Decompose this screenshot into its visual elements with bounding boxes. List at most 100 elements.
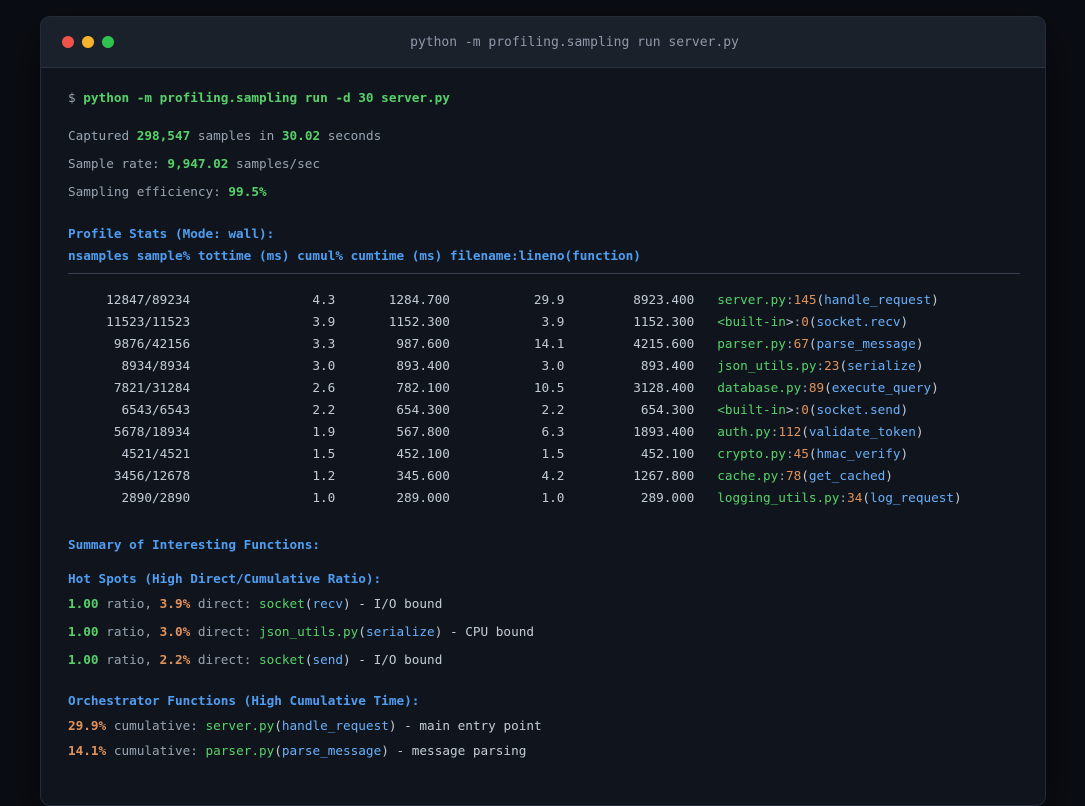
cumul-pct-cell: 10.5 [533, 380, 565, 395]
paren-close: ) [915, 336, 924, 351]
hot-arg: send [312, 652, 344, 667]
hot-arg: recv [312, 596, 344, 611]
tottime-cell: 1284.700 [388, 292, 450, 307]
rate-label: Sample rate: [68, 156, 168, 171]
tottime-cell: 567.800 [396, 424, 450, 439]
hot-target: socket [258, 596, 305, 611]
profile-columns-header: nsamples sample% tottime (ms) cumul% cum… [68, 248, 641, 263]
filename: database.py [717, 380, 802, 395]
nsamples-cell: 8934/8934 [121, 358, 191, 373]
cumul-pct-cell: 6.3 [541, 424, 565, 439]
nsamples-cell: 7821/31284 [113, 380, 191, 395]
paren-close: ) [915, 358, 924, 373]
hot-target: socket [258, 652, 305, 667]
function-name: handle_request [281, 718, 389, 733]
profile-stats-heading: Profile Stats (Mode: wall): [68, 226, 275, 241]
cumtime-cell: 289.000 [640, 490, 695, 505]
direct-pct: 3.0% [159, 624, 191, 639]
nsamples-cell: 12847/89234 [106, 292, 191, 307]
lineno: 67 [793, 336, 809, 351]
rate-value: 9,947.02 [167, 156, 229, 171]
tottime-cell: 782.100 [396, 380, 450, 395]
ratio-value: 1.00 [68, 652, 99, 667]
hot-note: - I/O bound [350, 652, 443, 667]
command-line: $ python -m profiling.sampling run -d 30… [68, 88, 1018, 108]
sample-pct-cell: 1.5 [312, 446, 336, 461]
cumul-pct-cell: 1.5 [541, 446, 565, 461]
nsamples-cell: 5678/18934 [113, 424, 191, 439]
paren-open: ( [816, 292, 825, 307]
ratio-value: 1.00 [68, 596, 99, 611]
function-name: parse_message [281, 743, 382, 758]
filename: server.py [205, 718, 275, 733]
cumul-pct-cell: 3.9 [541, 314, 565, 329]
lineno: 0 [801, 314, 809, 329]
paren-close: ) [900, 314, 909, 329]
hot-spots-heading: Hot Spots (High Direct/Cumulative Ratio)… [68, 571, 382, 586]
prompt-symbol: $ [68, 90, 84, 105]
window-title: python -m profiling.sampling run server.… [410, 34, 739, 50]
cumtime-cell: 1893.400 [633, 424, 695, 439]
profile-table: 12847/89234 4.3 1284.700 29.9 8923.400 server… [68, 289, 1018, 509]
function-name: handle_request [824, 292, 932, 307]
ratio-label: ratio, [98, 652, 160, 667]
filename: json_utils.py [717, 358, 817, 373]
profile-row: 11523/11523 3.9 1152.300 3.9 1152.300 <built-… [68, 311, 1018, 333]
sample-pct-cell: 3.0 [312, 358, 336, 373]
tottime-cell: 893.400 [396, 358, 450, 373]
cumtime-cell: 8923.400 [633, 292, 695, 307]
captured-tail: seconds [320, 128, 382, 143]
filename: auth.py [717, 424, 771, 439]
direct-label: direct: [190, 596, 259, 611]
sample-pct-cell: 1.0 [312, 490, 336, 505]
hot-note: - CPU bound [442, 624, 534, 639]
function-name: execute_query [831, 380, 932, 395]
filename: cache.py [717, 468, 779, 483]
direct-label: direct: [190, 652, 259, 667]
cumtime-cell: 1267.800 [633, 468, 695, 483]
function-name: log_request [869, 490, 955, 505]
cumul-pct-cell: 14.1 [533, 336, 565, 351]
maximize-window-icon[interactable] [102, 36, 114, 48]
paren-close: ) [954, 490, 962, 505]
nsamples-cell: 6543/6543 [121, 402, 191, 417]
profile-row: 7821/31284 2.6 782.100 10.5 3128.400 database… [68, 377, 1018, 399]
filename-suffix: > [785, 314, 794, 329]
ratio-value: 1.00 [68, 624, 99, 639]
filename: parser.py [205, 743, 275, 758]
window-controls [62, 36, 114, 48]
nsamples-cell: 3456/12678 [113, 468, 191, 483]
direct-label: direct: [190, 624, 259, 639]
captured-value: 298,547 [136, 128, 191, 143]
captured-mid: samples in [190, 128, 282, 143]
function-name: get_cached [808, 468, 886, 483]
paren-close: ) [931, 292, 939, 307]
cumtime-cell: 3128.400 [633, 380, 695, 395]
title-bar: python -m profiling.sampling run server.… [41, 17, 1045, 68]
close-window-icon[interactable] [62, 36, 74, 48]
tottime-cell: 345.600 [396, 468, 450, 483]
filename: logging_utils.py [717, 490, 840, 505]
function-name: socket.recv [816, 314, 901, 329]
function-name: hmac_verify [816, 446, 901, 461]
hot-target: json_utils.py [258, 624, 359, 639]
paren-open: ( [274, 743, 282, 758]
lineno: 34 [847, 490, 863, 505]
tottime-cell: 289.000 [396, 490, 450, 505]
lineno: 145 [793, 292, 817, 307]
lineno: 89 [808, 380, 825, 395]
terminal-window: python -m profiling.sampling run server.… [40, 16, 1046, 806]
hot-note: - I/O bound [350, 596, 443, 611]
minimize-window-icon[interactable] [82, 36, 94, 48]
cumulative-pct: 14.1% [68, 743, 107, 758]
paren-close: ) [915, 424, 924, 439]
cumul-pct-cell: 1.0 [541, 490, 565, 505]
profile-row: 3456/12678 1.2 345.600 4.2 1267.800 cache.py:… [68, 465, 1018, 487]
paren-open: ( [801, 468, 809, 483]
cumulative-label: cumulative: [106, 743, 206, 758]
paren-open: ( [862, 490, 870, 505]
nsamples-cell: 2890/2890 [121, 490, 191, 505]
summary-heading: Summary of Interesting Functions: [68, 537, 321, 552]
file-colon: : [816, 358, 825, 373]
file-colon: : [785, 446, 794, 461]
